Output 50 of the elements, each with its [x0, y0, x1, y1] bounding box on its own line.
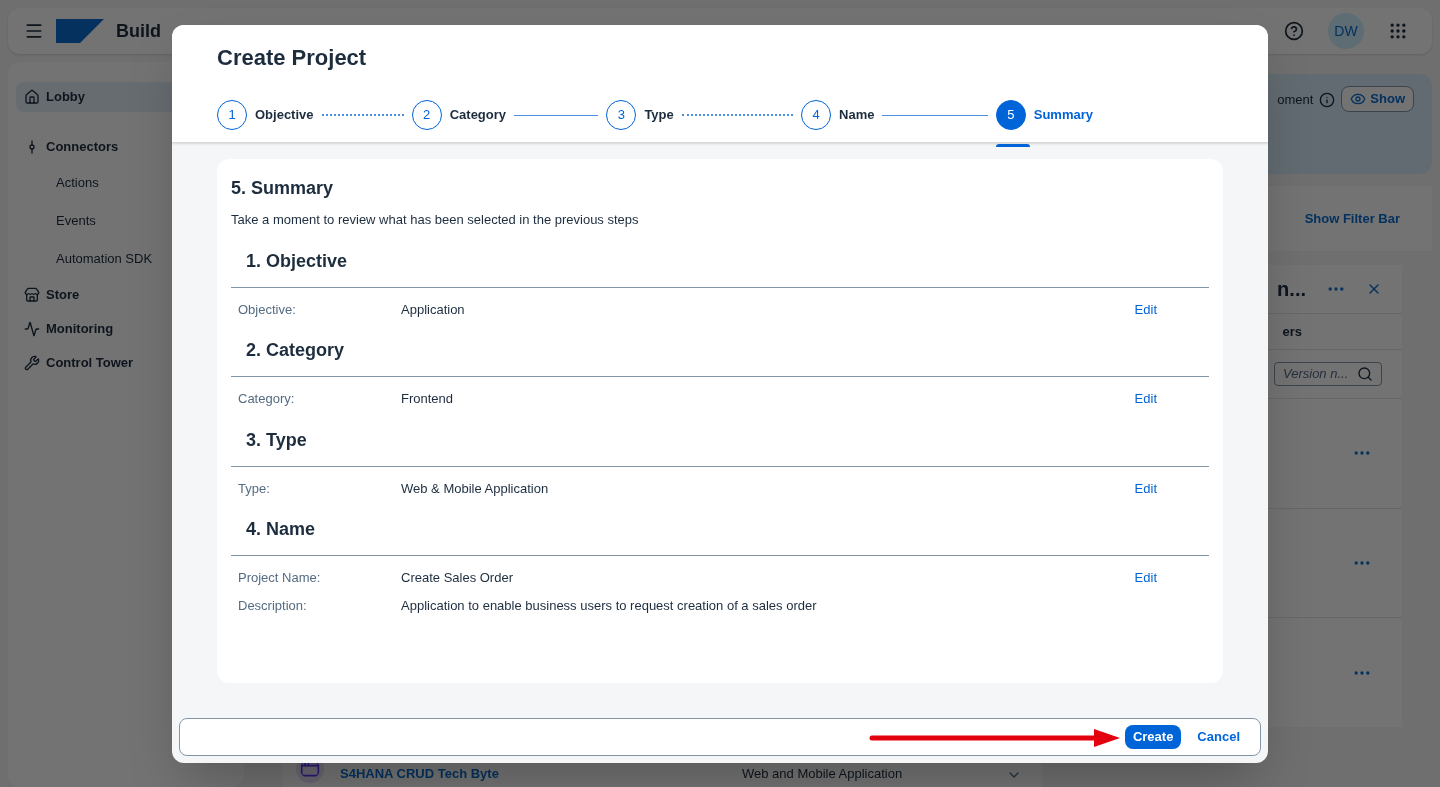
avatar[interactable]: DW	[1328, 13, 1364, 49]
nav-icon	[24, 287, 40, 303]
field-value: Application to enable business users to request creation of a sales order	[401, 596, 817, 615]
wizard-step[interactable]: 2 Category	[411, 100, 507, 130]
cancel-button[interactable]: Cancel	[1189, 727, 1248, 747]
summary-intro: Take a moment to review what has been selected in the previous steps	[231, 211, 640, 229]
wizard-step[interactable]: 4 Name	[801, 100, 875, 130]
wizard-step[interactable]: 5 Summary	[995, 100, 1093, 130]
section-title: 3. Type	[231, 426, 1209, 467]
nav-icon	[24, 355, 40, 371]
apps-icon[interactable]	[1388, 21, 1408, 41]
eye-icon	[1350, 91, 1367, 107]
create-button[interactable]: Create	[1124, 725, 1182, 749]
banner-text: oment	[1277, 91, 1314, 109]
edit-link[interactable]: Edit	[1134, 478, 1157, 498]
field-value: Web & Mobile Application	[401, 479, 549, 498]
field-value: Application	[401, 300, 465, 319]
edit-link[interactable]: Edit	[1134, 389, 1157, 409]
edit-link[interactable]: Edit	[1134, 299, 1157, 319]
sidebar-item[interactable]: Connectors	[16, 132, 236, 162]
menu-icon[interactable]	[24, 21, 44, 41]
section-title: 1. Objective	[231, 247, 1209, 288]
field-value: Create Sales Order	[401, 569, 513, 587]
panel-title: n...	[1277, 277, 1306, 302]
dialog-title: Create Project	[217, 44, 368, 72]
panel-tab[interactable]: ers	[1282, 321, 1302, 342]
section-title: 2. Category	[231, 337, 1209, 377]
project-type: Web and Mobile Application	[742, 764, 903, 783]
nav-icon	[24, 89, 40, 105]
search-icon[interactable]	[1357, 366, 1373, 382]
show-button[interactable]: Show	[1341, 86, 1414, 112]
field-label: Type:	[238, 479, 271, 498]
field-value: Frontend	[401, 390, 454, 408]
field-label: Project Name:	[238, 569, 322, 587]
wizard-step[interactable]: 3 Type	[606, 100, 674, 130]
field-label: Category:	[238, 390, 296, 408]
help-icon[interactable]	[1284, 21, 1304, 41]
logo-icon	[56, 19, 104, 43]
show-filter-bar-link[interactable]: Show Filter Bar	[1304, 208, 1400, 229]
active-step-indicator	[995, 144, 1030, 147]
info-icon[interactable]	[1319, 92, 1336, 108]
edit-link[interactable]: Edit	[1134, 568, 1157, 588]
section-title: 4. Name	[231, 516, 1209, 556]
nav-icon	[24, 321, 40, 337]
summary-heading: 5. Summary	[231, 177, 335, 200]
brand-name: Build	[116, 20, 161, 43]
field-label: Description:	[238, 596, 308, 615]
search-field[interactable]: Version n...	[1274, 362, 1382, 386]
field-label: Objective:	[238, 300, 297, 319]
project-name[interactable]: S4HANA CRUD Tech Byte	[340, 763, 726, 783]
